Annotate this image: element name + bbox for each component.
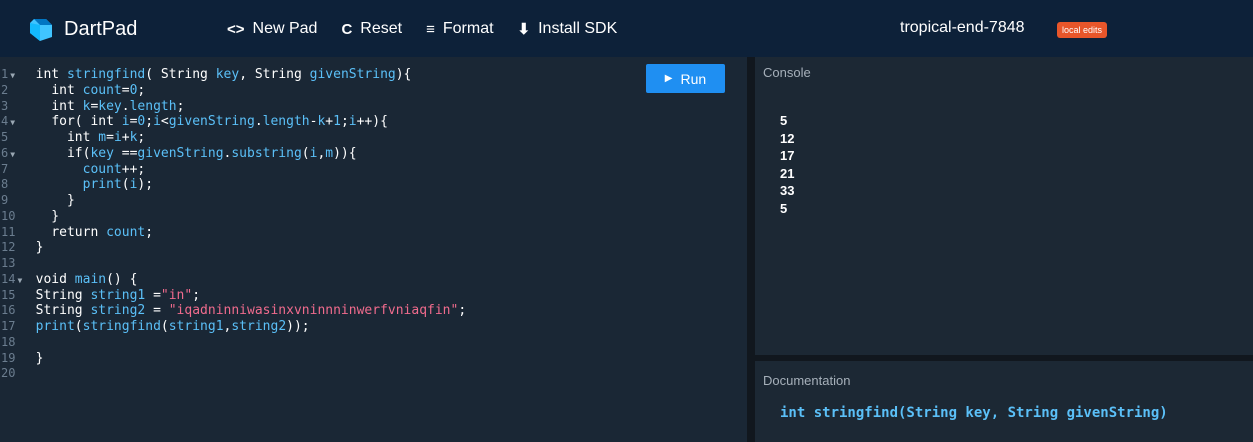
code-line: } — [20, 208, 60, 224]
app-header: DartPad <> New Pad C Reset ≡ Format ⬇ In… — [0, 0, 1253, 57]
code-line: return count; — [51, 224, 154, 240]
new-pad-button[interactable]: <> New Pad — [227, 20, 317, 38]
install-sdk-label: Install SDK — [538, 20, 618, 37]
install-sdk-button[interactable]: ⬇ Install SDK — [518, 20, 618, 38]
code-content[interactable]: int stringfind( String key, String given… — [20, 67, 467, 382]
play-icon: ▶ — [664, 73, 673, 84]
format-button[interactable]: ≡ Format — [426, 20, 493, 38]
code-line: void main() { — [35, 271, 138, 287]
code-line: int k=key.length; — [51, 98, 185, 114]
dart-logo-icon — [30, 19, 52, 41]
code-line: print(stringfind(string1,string2)); — [35, 319, 310, 334]
console-output-line: 17 — [780, 148, 795, 163]
console-output-line: 5 — [780, 200, 788, 216]
documentation-panel: Documentation int stringfind(String key,… — [755, 361, 1253, 442]
console-panel: Console 5 12 17 21 33 5 — [755, 57, 1253, 355]
code-line: int count=0; — [51, 82, 146, 98]
vertical-splitter[interactable] — [747, 57, 755, 442]
fold-arrow-icon[interactable]: ▼ — [10, 118, 15, 127]
code-brackets-icon: <> — [227, 20, 245, 38]
code-line: } — [20, 350, 44, 366]
run-button[interactable]: ▶ Run — [646, 64, 725, 93]
code-line: print(i); — [82, 177, 154, 193]
local-edits-badge: local edits — [1057, 22, 1108, 38]
new-pad-label: New Pad — [252, 20, 318, 37]
refresh-icon: C — [341, 20, 353, 38]
pad-name[interactable]: tropical-end-7848 — [900, 19, 1025, 37]
format-label: Format — [442, 20, 494, 37]
download-icon: ⬇ — [517, 21, 531, 38]
app-name: DartPad — [64, 17, 138, 40]
code-line: if(key ==givenString.substring(i,m)){ — [66, 145, 357, 161]
reset-button[interactable]: C Reset — [341, 20, 402, 38]
code-line: count++; — [82, 161, 146, 177]
dartpad-logo[interactable]: DartPad — [26, 15, 137, 43]
code-line: int stringfind( String key, String given… — [35, 67, 412, 82]
console-output-line: 12 — [780, 130, 795, 146]
console-output-line: 33 — [780, 183, 795, 198]
reset-label: Reset — [360, 20, 403, 37]
console-output-line: 21 — [780, 165, 795, 181]
code-line: } — [20, 193, 75, 208]
code-line: String string2 = "iqadninniwasinxvninnni… — [35, 303, 467, 319]
fold-arrow-icon[interactable]: ▼ — [10, 71, 15, 80]
documentation-title: Documentation — [763, 373, 851, 388]
console-output-line: 5 — [780, 113, 788, 128]
code-line: int m=i+k; — [66, 130, 146, 145]
documentation-signature: int stringfind(String key, String givenS… — [780, 405, 1168, 421]
code-editor[interactable]: 1 ▼ 2 3 4 ▼ 5 6 ▼ 7 8 9 10 11 12 13 14 ▼ 15 16 17 18 19 20 int … — [0, 57, 747, 442]
format-align-icon: ≡ — [426, 20, 435, 38]
code-line: String string1 ="in"; — [35, 287, 201, 303]
code-line: for( int i=0;i<givenString.length-k+1;i+… — [51, 114, 388, 130]
run-label: Run — [680, 70, 707, 87]
console-title: Console — [763, 65, 811, 80]
code-line: } — [20, 240, 44, 256]
toolbar: <> New Pad C Reset ≡ Format ⬇ Install SD… — [227, 20, 617, 38]
fold-arrow-icon[interactable]: ▼ — [10, 150, 15, 159]
console-output: 5 12 17 21 33 5 — [780, 112, 794, 217]
